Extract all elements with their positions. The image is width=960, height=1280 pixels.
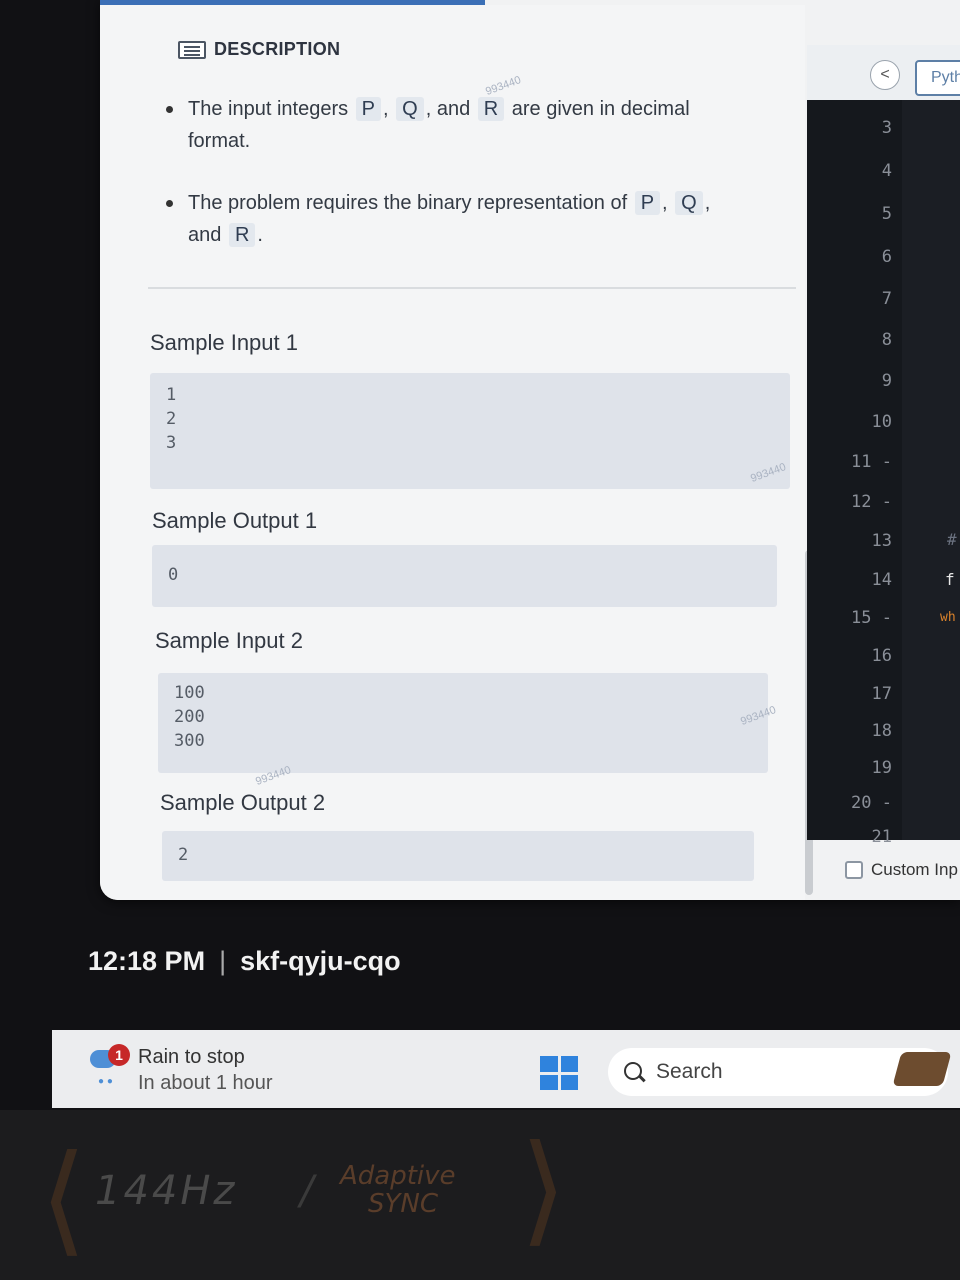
separator: | [219,946,227,976]
var-q: Q [675,191,703,215]
bullet-binary-representation: The problem requires the binary represen… [166,187,798,251]
line-number: 20 - [851,793,892,813]
meeting-status-bar: 12:18 PM | skf-qyju-cqo [88,946,401,977]
var-r: R [228,223,256,247]
bezel-adaptive-sync: Adaptive SYNC [340,1162,456,1218]
line-number: 11 - [851,452,892,472]
var-q: Q [396,97,424,121]
section-divider [148,287,796,289]
description-header[interactable]: DESCRIPTION [178,39,340,60]
code-keyword: f [945,570,955,589]
search-label: Search [656,1060,723,1083]
problem-page: DESCRIPTION The input integers P, Q, and… [100,0,960,900]
bullet-text: The input integers [188,98,349,120]
bullet-dot [166,106,173,113]
bullet-dot [166,200,173,207]
clock-time: 12:18 PM [88,946,206,976]
bullet-text: The problem requires the binary represen… [188,192,628,214]
bezel-sync-line1: Adaptive [340,1161,456,1191]
file-explorer-icon[interactable] [892,1052,952,1086]
bezel-bracket-right: ⟩ [520,1120,567,1259]
weather-text: Rain to stop In about 1 hour [138,1044,273,1096]
screen: DESCRIPTION The input integers P, Q, and… [0,0,960,1110]
sample-output-2-box[interactable]: 2 [162,831,754,881]
line-number: 3 [881,118,892,138]
sample-input-1-box[interactable]: 1 2 3 [150,373,790,489]
bezel-refresh-rate: 144Hz [95,1168,238,1214]
line-number: 5 [881,204,892,224]
sample-input-2-label: Sample Input 2 [155,628,303,653]
bezel-sync-line2: SYNC [368,1189,438,1219]
line-number: 19 [871,758,892,778]
bullet-input-format: The input integers P, Q, and R are given… [166,93,788,157]
line-number: 6 [881,247,892,267]
line-number: 7 [881,289,892,309]
period: . [257,224,263,246]
line-number: 17 [871,684,892,704]
sample-output-1-label: Sample Output 1 [152,508,318,533]
bullet-text: format. [188,130,251,152]
line-number: 12 - [851,492,892,512]
windows-start-icon[interactable] [540,1056,578,1090]
weather-widget[interactable]: 1 ● ● Rain to stop In about 1 hour [88,1044,273,1096]
line-number: 18 [871,721,892,741]
bullet-text: , and [425,98,471,120]
line-number: 4 [881,161,892,181]
custom-input-checkbox[interactable] [845,861,863,879]
code-editor[interactable]: 3 4 5 6 7 8 9 10 11 - 12 - 13 14 15 - 16… [807,100,960,847]
code-keyword: wh [940,610,956,625]
line-number: 13 [871,531,892,551]
line-number-gutter: 3 4 5 6 7 8 9 10 11 - 12 - 13 14 15 - 16… [807,100,902,847]
comma: , [704,192,711,214]
bezel-slash: / [300,1168,317,1214]
bullet-text: are given in decimal [511,98,690,120]
description-title: DESCRIPTION [214,39,341,59]
windows-taskbar: 1 ● ● Rain to stop In about 1 hour Searc… [52,1030,960,1108]
line-number: 14 [871,570,892,590]
weather-title: Rain to stop [138,1046,245,1068]
line-number: 16 [871,646,892,666]
rain-drops-icon: ● ● [98,1076,113,1087]
line-number: 10 [871,412,892,432]
sample-input-2-box[interactable]: 100 200 300 [158,673,768,773]
document-icon [178,40,206,59]
weather-subtitle: In about 1 hour [138,1072,273,1094]
line-number: 8 [881,330,892,350]
language-selector[interactable]: Pyth [915,60,960,96]
sample-input-1-label: Sample Input 1 [150,330,298,355]
back-button[interactable]: < [870,60,900,90]
line-number: 9 [881,371,892,391]
var-p: P [355,97,382,121]
custom-input-toggle[interactable]: Custom Inp [845,860,958,880]
rain-cloud-icon: 1 ● ● [88,1044,130,1087]
comma: , [383,98,389,120]
bullet-text: and [188,224,222,246]
custom-input-label: Custom Inp [871,860,958,879]
notification-badge: 1 [108,1044,130,1066]
line-number: 21 [871,827,892,847]
code-comment: # [947,530,957,549]
var-r: R [477,97,505,121]
var-p: P [634,191,661,215]
line-number: 15 - [851,608,892,628]
sample-output-1-box[interactable]: 0 [152,545,777,607]
search-icon [624,1062,644,1082]
meeting-code: skf-qyju-cqo [240,946,401,976]
bezel-bracket-left: ⟨ [40,1130,87,1269]
description-panel: DESCRIPTION The input integers P, Q, and… [100,5,805,900]
comma: , [662,192,668,214]
sample-output-2-label: Sample Output 2 [160,790,326,815]
